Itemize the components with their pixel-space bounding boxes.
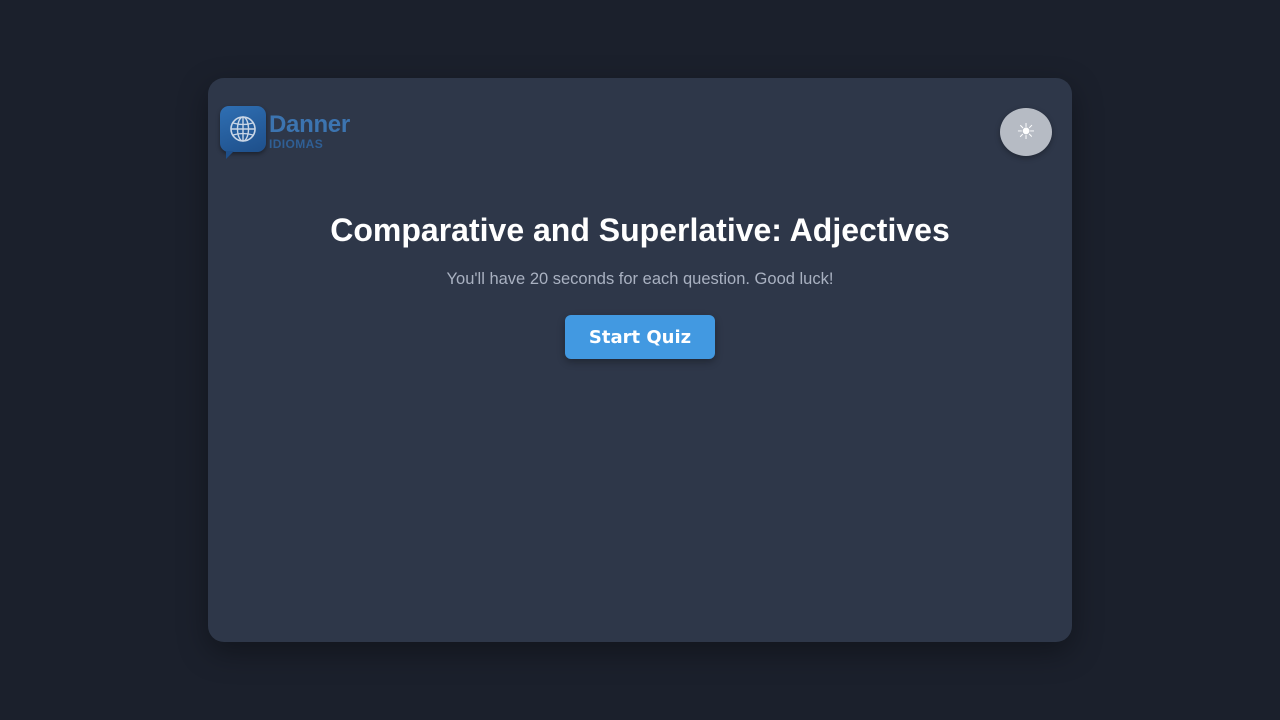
brand-logo: Danner IDIOMAS [220,104,360,160]
quiz-title: Comparative and Superlative: Adjectives [330,212,950,248]
brand-name: Danner [269,111,350,138]
quiz-card: Danner IDIOMAS ☀ Comparative and Superla… [208,78,1072,642]
start-quiz-button[interactable]: Start Quiz [565,315,715,359]
globe-icon [220,106,266,159]
quiz-instructions: You'll have 20 seconds for each question… [446,270,834,288]
brand-subtitle: IDIOMAS [269,137,324,151]
sun-icon: ☀ [1016,119,1036,144]
theme-toggle-button[interactable]: ☀ [1000,108,1052,156]
